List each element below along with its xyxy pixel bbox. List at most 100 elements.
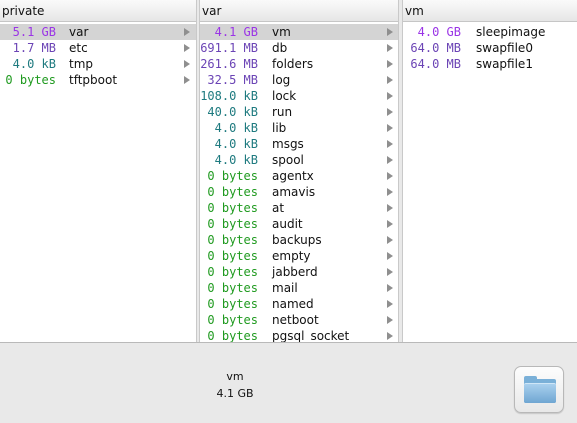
triangle-right-icon[interactable]	[387, 188, 393, 196]
list-item[interactable]: 4.0 kB msgs	[200, 136, 398, 152]
list-item[interactable]: 0 bytes pgsql_socket	[200, 328, 398, 343]
item-name: mail	[272, 281, 298, 295]
triangle-right-icon[interactable]	[387, 28, 393, 36]
triangle-right-icon[interactable]	[184, 76, 190, 84]
triangle-right-icon[interactable]	[387, 156, 393, 164]
item-name: named	[272, 297, 314, 311]
column-private[interactable]: private 5.1 GB var 1.7 MB etc 4.0 kB tmp 0 byt…	[0, 0, 197, 343]
list-item[interactable]: 0 bytes audit	[200, 216, 398, 232]
list-item[interactable]: 64.0 MB swapfile0	[403, 40, 577, 56]
triangle-right-icon[interactable]	[387, 124, 393, 132]
triangle-right-icon[interactable]	[387, 172, 393, 180]
item-size: 0 bytes	[5, 73, 56, 87]
triangle-right-icon[interactable]	[387, 300, 393, 308]
triangle-right-icon[interactable]	[387, 332, 393, 340]
item-size: 4.0 GB	[417, 25, 461, 39]
triangle-right-icon[interactable]	[387, 108, 393, 116]
item-size: 5.1 GB	[12, 25, 56, 39]
list-item[interactable]: 0 bytes amavis	[200, 184, 398, 200]
list-item[interactable]: 4.0 kB spool	[200, 152, 398, 168]
list-item[interactable]: 0 bytes backups	[200, 232, 398, 248]
column-var[interactable]: var 4.1 GB vm 691.1 MB db 261.6 MB folders 32.…	[199, 0, 399, 343]
item-size: 0 bytes	[207, 249, 258, 263]
item-name: amavis	[272, 185, 316, 199]
list-item[interactable]: 108.0 kB lock	[200, 88, 398, 104]
list-item[interactable]: 32.5 MB log	[200, 72, 398, 88]
item-name: run	[272, 105, 293, 119]
triangle-right-icon[interactable]	[387, 252, 393, 260]
triangle-right-icon[interactable]	[387, 44, 393, 52]
item-size: 1.7 MB	[12, 41, 56, 55]
column-header: var	[200, 0, 398, 22]
list-item[interactable]: 261.6 MB folders	[200, 56, 398, 72]
item-size: 261.6 MB	[200, 57, 258, 71]
list-item[interactable]: 0 bytes mail	[200, 280, 398, 296]
item-name: swapfile0	[476, 41, 533, 55]
list-item[interactable]: 0 bytes named	[200, 296, 398, 312]
triangle-right-icon[interactable]	[387, 316, 393, 324]
item-name: backups	[272, 233, 322, 247]
item-size: 0 bytes	[207, 329, 258, 343]
triangle-right-icon[interactable]	[184, 44, 190, 52]
triangle-right-icon[interactable]	[387, 268, 393, 276]
item-size: 64.0 MB	[410, 57, 461, 71]
selection-size: 4.1 GB	[216, 387, 254, 400]
item-size: 0 bytes	[207, 265, 258, 279]
item-size: 4.0 kB	[214, 153, 258, 167]
item-name: at	[272, 201, 285, 215]
list-item[interactable]: 4.0 kB lib	[200, 120, 398, 136]
column-header: private	[0, 0, 196, 22]
item-name: netboot	[272, 313, 319, 327]
triangle-right-icon[interactable]	[387, 76, 393, 84]
list-item[interactable]: 0 bytes at	[200, 200, 398, 216]
triangle-right-icon[interactable]	[387, 236, 393, 244]
item-name: pgsql_socket	[272, 329, 350, 343]
column-rows: 5.1 GB var 1.7 MB etc 4.0 kB tmp 0 bytes tftpbo…	[0, 22, 196, 88]
list-item[interactable]: 64.0 MB swapfile1	[403, 56, 577, 72]
list-item[interactable]: 0 bytes tftpboot	[0, 72, 196, 88]
column-vm[interactable]: vm 4.0 GB sleepimage 64.0 MB swapfile0 64.0 …	[402, 0, 577, 343]
item-name: tftpboot	[69, 73, 118, 87]
triangle-right-icon[interactable]	[387, 92, 393, 100]
triangle-right-icon[interactable]	[184, 28, 190, 36]
item-name: folders	[272, 57, 314, 71]
list-item[interactable]: 4.0 kB tmp	[0, 56, 196, 72]
item-size: 0 bytes	[207, 201, 258, 215]
item-size: 108.0 kB	[200, 89, 258, 103]
selection-name: vm	[226, 370, 244, 383]
triangle-right-icon[interactable]	[387, 284, 393, 292]
item-size: 4.0 kB	[214, 121, 258, 135]
item-name: db	[272, 41, 288, 55]
list-item[interactable]: 4.1 GB vm	[200, 24, 398, 40]
item-size: 0 bytes	[207, 313, 258, 327]
list-item[interactable]: 40.0 kB run	[200, 104, 398, 120]
list-item[interactable]: 4.0 GB sleepimage	[403, 24, 577, 40]
list-item[interactable]: 1.7 MB etc	[0, 40, 196, 56]
item-name: etc	[69, 41, 88, 55]
triangle-right-icon[interactable]	[387, 60, 393, 68]
item-name: agentx	[272, 169, 314, 183]
item-size: 691.1 MB	[200, 41, 258, 55]
list-item[interactable]: 5.1 GB var	[0, 24, 196, 40]
list-item[interactable]: 0 bytes netboot	[200, 312, 398, 328]
list-item[interactable]: 0 bytes empty	[200, 248, 398, 264]
item-name: lib	[272, 121, 287, 135]
list-item[interactable]: 691.1 MB db	[200, 40, 398, 56]
triangle-right-icon[interactable]	[387, 204, 393, 212]
bottom-divider	[0, 342, 577, 343]
triangle-right-icon[interactable]	[387, 220, 393, 228]
item-name: var	[69, 25, 89, 39]
triangle-right-icon[interactable]	[387, 140, 393, 148]
item-name: jabberd	[272, 265, 318, 279]
reveal-folder-button[interactable]	[514, 366, 564, 413]
item-name: tmp	[69, 57, 94, 71]
list-item[interactable]: 0 bytes agentx	[200, 168, 398, 184]
item-size: 0 bytes	[207, 185, 258, 199]
selection-info: vm 4.1 GB	[200, 368, 270, 402]
list-item[interactable]: 0 bytes jabberd	[200, 264, 398, 280]
item-name: audit	[272, 217, 303, 231]
triangle-right-icon[interactable]	[184, 60, 190, 68]
column-rows: 4.1 GB vm 691.1 MB db 261.6 MB folders 32.5 MB…	[200, 22, 398, 343]
item-name: msgs	[272, 137, 304, 151]
item-name: spool	[272, 153, 304, 167]
